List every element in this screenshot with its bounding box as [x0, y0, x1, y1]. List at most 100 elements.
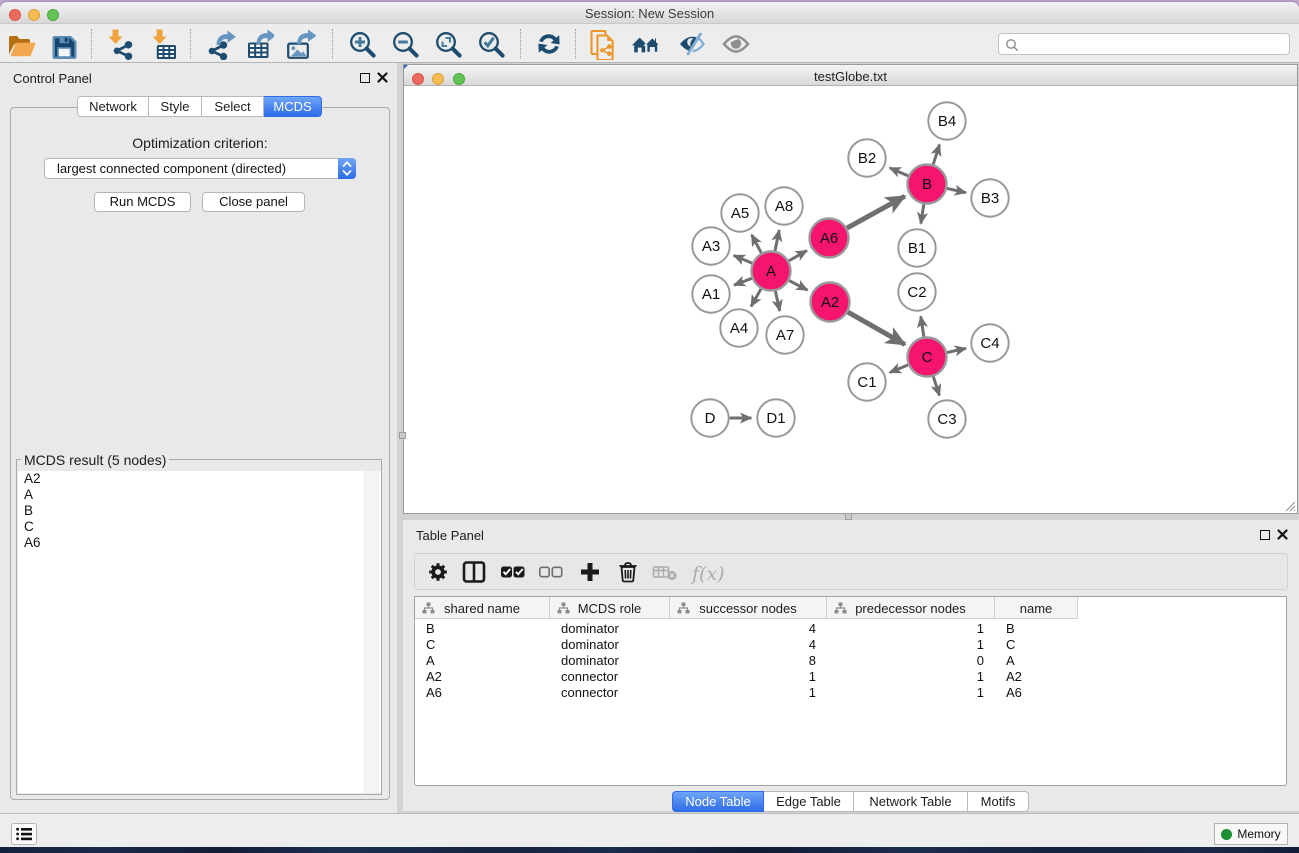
cell-predecessor-nodes[interactable]: 1 [827, 637, 984, 652]
cell-MCDS-role[interactable]: dominator [550, 621, 659, 636]
edge-B-B3[interactable] [947, 188, 966, 192]
table-options-button[interactable] [427, 561, 449, 588]
result-list-scrollbar[interactable] [364, 471, 379, 793]
show-all-button[interactable] [720, 28, 752, 60]
criterion-dropdown[interactable]: largest connected component (directed) [44, 158, 356, 179]
node-D1[interactable]: D1 [757, 399, 794, 436]
node-C4[interactable]: C4 [971, 324, 1008, 361]
cell-shared-name[interactable]: C [415, 637, 539, 652]
edge-C-C2[interactable] [921, 316, 924, 336]
open-session-button[interactable] [6, 28, 38, 60]
cell-successor-nodes[interactable]: 1 [670, 669, 816, 684]
edge-B-B4[interactable] [933, 145, 939, 165]
edge-A-A2[interactable] [789, 281, 807, 291]
cell-successor-nodes[interactable]: 4 [670, 637, 816, 652]
tab-motifs[interactable]: Motifs [968, 791, 1029, 812]
horizontal-splitter-handle[interactable] [845, 513, 852, 520]
result-list-item[interactable]: A [18, 487, 381, 503]
node-A6[interactable]: A6 [810, 219, 849, 258]
deselect-all-button[interactable] [538, 561, 563, 588]
edge-A-A6[interactable] [789, 251, 807, 261]
node-A1[interactable]: A1 [692, 275, 729, 312]
cell-MCDS-role[interactable]: dominator [550, 653, 659, 668]
cell-name[interactable]: A [995, 653, 1067, 668]
node-A5[interactable]: A5 [721, 194, 758, 231]
tab-edge-table[interactable]: Edge Table [764, 791, 854, 812]
export-image-button[interactable] [285, 28, 317, 60]
delete-table-button[interactable] [652, 561, 678, 588]
column-header-name[interactable]: name [995, 597, 1078, 619]
vertical-splitter-handle[interactable] [399, 432, 406, 439]
import-network-button[interactable] [106, 28, 138, 60]
clone-network-button[interactable] [587, 28, 619, 60]
network-graph-canvas[interactable]: AA6A2BCA5A8A3A1A4A7B2B4B3B1C2C4C1C3DD1 [404, 87, 1297, 513]
cell-MCDS-role[interactable]: connector [550, 669, 659, 684]
edge-A-A5[interactable] [752, 235, 762, 253]
cell-successor-nodes[interactable]: 1 [670, 685, 816, 700]
node-B1[interactable]: B1 [898, 229, 935, 266]
memory-button[interactable]: Memory [1214, 823, 1288, 845]
node-A7[interactable]: A7 [766, 316, 803, 353]
cell-predecessor-nodes[interactable]: 1 [827, 669, 984, 684]
cell-name[interactable]: A2 [995, 669, 1067, 684]
edge-C-C1[interactable] [890, 365, 908, 373]
node-D[interactable]: D [691, 399, 728, 436]
result-list-item[interactable]: C [18, 519, 381, 535]
task-history-button[interactable] [11, 823, 37, 845]
node-C2[interactable]: C2 [898, 273, 935, 310]
node-A3[interactable]: A3 [692, 227, 729, 264]
table-row-C[interactable]: Cdominator41C [415, 636, 1286, 652]
tab-select[interactable]: Select [202, 96, 264, 117]
edge-C-C4[interactable] [947, 348, 966, 352]
edge-A-A4[interactable] [751, 289, 761, 307]
export-table-button[interactable] [242, 28, 274, 60]
cell-name[interactable]: A6 [995, 685, 1067, 700]
float-panel-icon[interactable] [360, 73, 370, 83]
save-session-button[interactable] [49, 28, 81, 60]
column-header-predecessor-nodes[interactable]: predecessor nodes [827, 597, 995, 619]
hide-selected-button[interactable] [676, 28, 708, 60]
cell-successor-nodes[interactable]: 8 [670, 653, 816, 668]
zoom-fit-button[interactable] [433, 28, 465, 60]
result-list-item[interactable]: A6 [18, 535, 381, 551]
delete-column-button[interactable] [618, 561, 638, 588]
run-mcds-button[interactable]: Run MCDS [94, 192, 191, 212]
table-close-panel-icon[interactable] [1277, 529, 1288, 540]
cell-name[interactable]: C [995, 637, 1067, 652]
resize-grip-icon[interactable] [1284, 500, 1296, 512]
export-network-button[interactable] [205, 28, 237, 60]
zoom-selected-button[interactable] [476, 28, 508, 60]
cell-successor-nodes[interactable]: 4 [670, 621, 816, 636]
edge-B-B2[interactable] [890, 168, 909, 176]
table-float-panel-icon[interactable] [1260, 530, 1270, 540]
column-header-shared-name[interactable]: shared name [415, 597, 550, 619]
edge-B-B1[interactable] [921, 204, 924, 223]
network-window-titlebar[interactable]: testGlobe.txt [404, 65, 1297, 86]
node-A8[interactable]: A8 [765, 187, 802, 224]
tab-node-table[interactable]: Node Table [672, 791, 764, 812]
cell-name[interactable]: B [995, 621, 1067, 636]
tab-mcds[interactable]: MCDS [264, 96, 322, 117]
zoom-in-button[interactable] [347, 28, 379, 60]
tab-network[interactable]: Network [77, 96, 149, 117]
table-row-B[interactable]: Bdominator41B [415, 620, 1286, 636]
edge-A2-C[interactable] [848, 312, 905, 344]
app-titlebar[interactable]: Session: New Session [0, 2, 1299, 24]
edge-A-A8[interactable] [775, 230, 779, 251]
edge-A-A7[interactable] [775, 291, 779, 311]
edge-C-C3[interactable] [933, 377, 939, 396]
add-column-button[interactable] [579, 561, 601, 588]
edge-A6-B[interactable] [847, 196, 905, 228]
edge-A-A3[interactable] [734, 256, 752, 264]
first-neighbors-button[interactable] [630, 28, 662, 60]
cell-predecessor-nodes[interactable]: 1 [827, 621, 984, 636]
column-header-MCDS-role[interactable]: MCDS role [550, 597, 670, 619]
node-A4[interactable]: A4 [720, 309, 757, 346]
table-row-A[interactable]: Adominator80A [415, 652, 1286, 668]
cell-shared-name[interactable]: B [415, 621, 539, 636]
node-B3[interactable]: B3 [971, 179, 1008, 216]
node-C[interactable]: C [908, 338, 947, 377]
node-A[interactable]: A [752, 252, 791, 291]
column-header-successor-nodes[interactable]: successor nodes [670, 597, 827, 619]
table-row-A2[interactable]: A2connector11A2 [415, 668, 1286, 684]
